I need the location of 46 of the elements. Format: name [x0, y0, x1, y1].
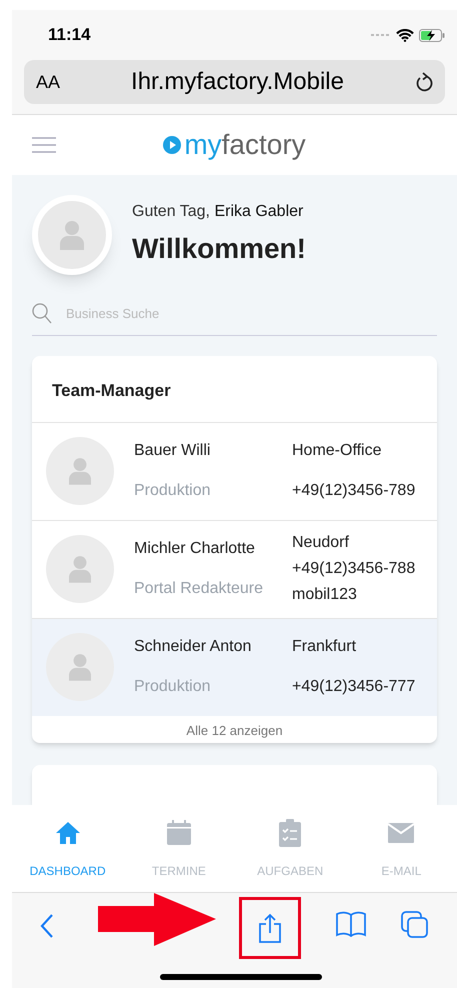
member-contact: Home-Office — [292, 441, 383, 461]
play-logo-icon — [163, 136, 182, 154]
member-name: Schneider Anton — [134, 637, 252, 657]
member-department: Produktion — [134, 677, 212, 697]
member-contact: Frankfurt — [292, 637, 358, 657]
back-icon[interactable] — [40, 913, 54, 939]
person-icon — [69, 457, 91, 485]
app-logo: myfactory — [163, 131, 306, 159]
show-all-link[interactable]: Alle 12 anzeigen — [32, 716, 437, 744]
person-icon — [69, 555, 91, 583]
member-row[interactable]: Michler Charlotte Portal Redakteure Neudorf +49(12)3456-788 mobil123 — [32, 520, 437, 618]
member-department: Produktion — [134, 481, 212, 501]
address-bar[interactable]: AA Ihr.myfactory.Mobile — [24, 60, 445, 104]
member-contact: mobil123 — [292, 585, 358, 605]
reload-icon[interactable] — [415, 71, 433, 93]
signal-icon — [371, 33, 391, 37]
home-icon — [54, 820, 81, 844]
person-icon — [69, 653, 91, 681]
member-department: Portal Redakteure — [134, 579, 264, 599]
member-contact: +49(12)3456-777 — [292, 677, 416, 697]
share-button[interactable] — [239, 897, 301, 959]
text-size-button[interactable]: AA — [36, 68, 60, 96]
wifi-icon — [396, 28, 414, 42]
menu-icon[interactable] — [32, 136, 56, 154]
member-row[interactable]: Schneider Anton Produktion Frankfurt +49(12)3456-777 — [32, 618, 437, 716]
member-row[interactable]: Bauer Willi Produktion Home-Office +49(12)3456-789 — [32, 422, 437, 520]
person-icon — [60, 220, 84, 250]
welcome-title: Willkommen! — [132, 232, 306, 266]
member-contact: +49(12)3456-788 — [292, 559, 416, 579]
page-url: Ihr.myfactory.Mobile — [130, 67, 345, 97]
status-time: 11:14 — [48, 24, 91, 46]
mail-icon — [388, 822, 414, 842]
bookmarks-icon[interactable] — [336, 911, 366, 937]
tabs-icon[interactable] — [401, 911, 429, 939]
card-title: Team-Manager — [51, 380, 172, 402]
clipboard-checklist-icon — [279, 818, 302, 846]
search-field[interactable]: Business Suche — [66, 304, 437, 324]
greeting-text: Guten Tag, Erika Gabler — [132, 202, 304, 222]
search-icon — [32, 303, 52, 325]
member-contact: Neudorf — [292, 533, 350, 553]
member-name: Bauer Willi — [134, 441, 212, 461]
calendar-icon — [166, 820, 192, 846]
share-icon — [258, 913, 282, 943]
member-name: Michler Charlotte — [134, 539, 256, 559]
battery-charging-icon — [419, 28, 445, 42]
member-contact: +49(12)3456-789 — [292, 481, 416, 501]
